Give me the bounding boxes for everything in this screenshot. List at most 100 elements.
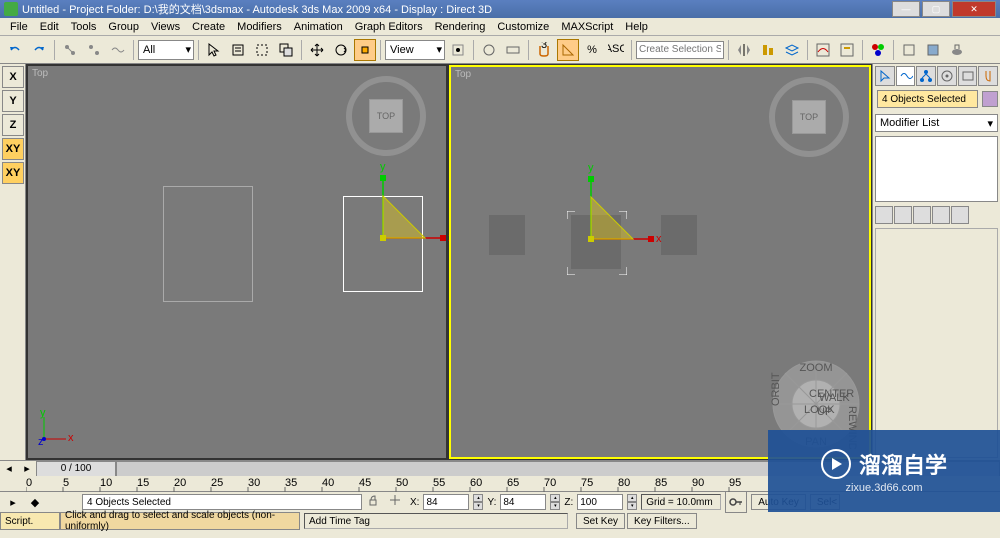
spinner-snap-button[interactable]: ASC <box>605 39 627 61</box>
menu-modifiers[interactable]: Modifiers <box>231 21 288 33</box>
keyboard-shortcut-button[interactable] <box>502 39 524 61</box>
cp-tab-modify[interactable] <box>896 66 916 86</box>
menu-tools[interactable]: Tools <box>65 21 103 33</box>
pivot-center-button[interactable] <box>447 39 469 61</box>
axis-z-button[interactable]: Z <box>2 114 24 136</box>
undo-button[interactable] <box>4 39 26 61</box>
add-time-tag[interactable]: Add Time Tag <box>304 513 568 529</box>
key-filters-button[interactable]: Key Filters... <box>627 513 697 529</box>
cp-tab-hierarchy[interactable] <box>916 66 936 86</box>
y-spin-up[interactable]: ▴ <box>550 494 560 502</box>
selection-lock-button[interactable] <box>366 493 384 511</box>
select-object-button[interactable] <box>203 39 225 61</box>
menu-help[interactable]: Help <box>619 21 654 33</box>
object-box-a[interactable] <box>489 215 525 255</box>
cp-tab-create[interactable] <box>875 66 895 86</box>
z-spin-up[interactable]: ▴ <box>627 494 637 502</box>
y-coord-input[interactable]: 84 <box>500 494 546 510</box>
named-sel-set-input[interactable] <box>636 41 724 59</box>
minimize-button[interactable]: — <box>892 1 920 17</box>
cp-tab-utilities[interactable] <box>978 66 998 86</box>
mirror-button[interactable] <box>733 39 755 61</box>
object-color-swatch[interactable] <box>982 91 998 107</box>
configure-sets-button[interactable] <box>951 206 969 224</box>
select-by-name-button[interactable] <box>227 39 249 61</box>
window-crossing-button[interactable] <box>275 39 297 61</box>
modifier-list-dropdown[interactable]: Modifier List▾ <box>875 114 998 132</box>
viewport-right[interactable]: Top TOP y x <box>449 65 871 459</box>
axis-xy2-button[interactable]: XY <box>2 162 24 184</box>
menu-file[interactable]: File <box>4 21 34 33</box>
ref-coord-dropdown[interactable]: View <box>385 40 445 60</box>
maximize-button[interactable]: ▢ <box>922 1 950 17</box>
align-button[interactable] <box>757 39 779 61</box>
select-scale-button[interactable] <box>354 39 376 61</box>
snap-toggle-button[interactable]: 3 <box>533 39 555 61</box>
percent-snap-button[interactable]: % <box>581 39 603 61</box>
cp-tab-display[interactable] <box>958 66 978 86</box>
material-editor-button[interactable] <box>867 39 889 61</box>
viewcube-left[interactable]: TOP <box>346 76 426 156</box>
menu-create[interactable]: Create <box>186 21 231 33</box>
z-coord-input[interactable]: 100 <box>577 494 623 510</box>
axis-y-button[interactable]: Y <box>2 90 24 112</box>
viewcube-right[interactable]: TOP <box>769 77 849 157</box>
svg-text:x: x <box>68 432 74 444</box>
show-end-result-button[interactable] <box>894 206 912 224</box>
x-spin-down[interactable]: ▾ <box>473 502 483 510</box>
redo-button[interactable] <box>28 39 50 61</box>
selection-filter-dropdown[interactable]: All <box>138 40 194 60</box>
render-button[interactable] <box>946 39 968 61</box>
transform-type-in-button[interactable] <box>388 493 406 511</box>
unlink-button[interactable] <box>83 39 105 61</box>
scale-gizmo-left[interactable]: y x <box>383 178 453 251</box>
y-spin-down[interactable]: ▾ <box>550 502 560 510</box>
x-coord-input[interactable]: 84 <box>423 494 469 510</box>
angle-snap-button[interactable] <box>557 39 579 61</box>
menu-views[interactable]: Views <box>145 21 186 33</box>
select-rotate-button[interactable] <box>330 39 352 61</box>
render-setup-button[interactable] <box>898 39 920 61</box>
viewport-left[interactable]: Top TOP y x <box>27 65 447 459</box>
menu-customize[interactable]: Customize <box>491 21 555 33</box>
set-key-button[interactable]: Set Key <box>576 513 625 529</box>
menu-edit[interactable]: Edit <box>34 21 65 33</box>
select-move-button[interactable] <box>306 39 328 61</box>
rollout-area[interactable] <box>875 228 998 458</box>
remove-modifier-button[interactable] <box>932 206 950 224</box>
watermark: 溜溜自学 zixue.3d66.com <box>768 430 1000 512</box>
close-button[interactable]: ✕ <box>952 1 996 17</box>
make-unique-button[interactable] <box>913 206 931 224</box>
x-spin-up[interactable]: ▴ <box>473 494 483 502</box>
object-box-c[interactable] <box>661 215 697 255</box>
menu-maxscript[interactable]: MAXScript <box>555 21 619 33</box>
menu-graph-editors[interactable]: Graph Editors <box>349 21 429 33</box>
object-box-1[interactable] <box>163 186 253 302</box>
rendered-frame-button[interactable] <box>922 39 944 61</box>
scale-gizmo-right[interactable]: y x <box>591 179 661 252</box>
open-mini-listener-button[interactable]: ▸ <box>4 493 22 511</box>
menu-group[interactable]: Group <box>102 21 145 33</box>
modifier-stack[interactable] <box>875 136 998 202</box>
key-lock-icon[interactable] <box>725 491 747 513</box>
svg-text:45: 45 <box>359 477 371 489</box>
bind-spacewarp-button[interactable] <box>107 39 129 61</box>
track-next-button[interactable]: ▸ <box>18 461 36 477</box>
menu-rendering[interactable]: Rendering <box>429 21 492 33</box>
layers-button[interactable] <box>781 39 803 61</box>
object-name-field[interactable]: 4 Objects Selected <box>877 90 978 108</box>
select-region-button[interactable] <box>251 39 273 61</box>
pin-stack-button[interactable] <box>875 206 893 224</box>
cp-tab-motion[interactable] <box>937 66 957 86</box>
schematic-view-button[interactable] <box>836 39 858 61</box>
menu-animation[interactable]: Animation <box>288 21 349 33</box>
track-key-mode-button[interactable]: ◆ <box>26 493 44 511</box>
axis-x-button[interactable]: X <box>2 66 24 88</box>
curve-editor-button[interactable] <box>812 39 834 61</box>
axis-xy-button[interactable]: XY <box>2 138 24 160</box>
track-prev-button[interactable]: ◂ <box>0 461 18 477</box>
manipulate-button[interactable] <box>478 39 500 61</box>
link-button[interactable] <box>59 39 81 61</box>
z-spin-down[interactable]: ▾ <box>627 502 637 510</box>
time-slider[interactable]: 0 / 100 <box>36 461 116 477</box>
